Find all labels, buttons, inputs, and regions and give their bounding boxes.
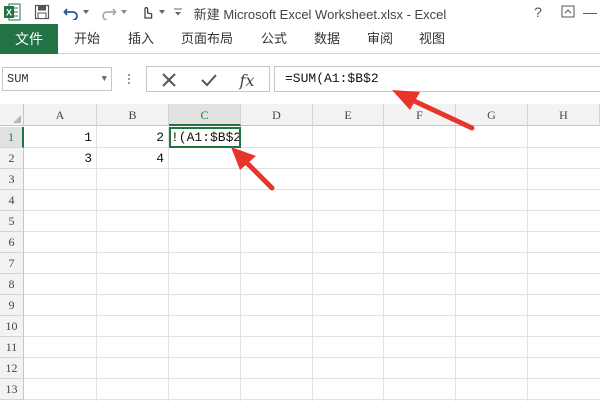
cancel-icon[interactable] bbox=[157, 70, 181, 90]
insert-function-icon[interactable]: fx bbox=[235, 70, 259, 90]
column-header-f[interactable]: F bbox=[384, 104, 456, 126]
row-header-8[interactable]: 8 bbox=[0, 274, 24, 295]
name-box[interactable]: SUM ▼ bbox=[2, 67, 112, 91]
ribbon-display-icon[interactable] bbox=[558, 2, 578, 22]
column-header-g[interactable]: G bbox=[456, 104, 528, 126]
cell-b2[interactable]: 4 bbox=[97, 148, 168, 169]
row-header-11[interactable]: 11 bbox=[0, 337, 24, 358]
column-header-c[interactable]: C bbox=[169, 104, 241, 126]
enter-check-icon[interactable] bbox=[197, 70, 221, 90]
tab-home[interactable]: 开始 bbox=[74, 24, 100, 54]
gridline bbox=[455, 126, 456, 401]
resize-handle[interactable] bbox=[128, 74, 132, 86]
tab-file[interactable]: 文件 bbox=[0, 24, 58, 54]
formula-bar: SUM ▼ fx =SUM(A1:$B$2 bbox=[0, 54, 600, 104]
column-header-e[interactable]: E bbox=[313, 104, 384, 126]
cell-a2[interactable]: 3 bbox=[24, 148, 96, 169]
row-header-1[interactable]: 1 bbox=[0, 127, 24, 148]
column-header-h[interactable]: H bbox=[528, 104, 600, 126]
tab-insert[interactable]: 插入 bbox=[128, 24, 154, 54]
name-box-value: SUM bbox=[7, 72, 29, 86]
row-header-13[interactable]: 13 bbox=[0, 379, 24, 400]
tab-view[interactable]: 视图 bbox=[419, 24, 445, 54]
gridline bbox=[527, 126, 528, 401]
tab-page-layout[interactable]: 页面布局 bbox=[181, 24, 233, 54]
row-header-7[interactable]: 7 bbox=[0, 253, 24, 274]
help-button[interactable]: ? bbox=[528, 2, 548, 22]
minimize-button[interactable]: — bbox=[582, 2, 598, 22]
gridline bbox=[240, 126, 241, 401]
row-header-3[interactable]: 3 bbox=[0, 169, 24, 190]
window-title: 新建 Microsoft Excel Worksheet.xlsx - Exce… bbox=[193, 7, 447, 22]
chevron-down-icon[interactable]: ▼ bbox=[102, 68, 107, 90]
spreadsheet-grid: A B C D E F G H 1 2 3 4 5 6 7 8 9 10 11 … bbox=[0, 104, 600, 401]
select-all-button[interactable] bbox=[0, 104, 24, 126]
row-header-2[interactable]: 2 bbox=[0, 148, 24, 169]
gridline bbox=[383, 126, 384, 401]
title-bar: X 新建 Microsoft Excel Worksheet.xlsx - Ex… bbox=[0, 0, 600, 24]
cell-a1[interactable]: 1 bbox=[24, 127, 96, 148]
formula-input[interactable]: =SUM(A1:$B$2 bbox=[274, 66, 600, 92]
row-header-12[interactable]: 12 bbox=[0, 358, 24, 379]
row-header-5[interactable]: 5 bbox=[0, 211, 24, 232]
column-header-d[interactable]: D bbox=[241, 104, 313, 126]
tab-data[interactable]: 数据 bbox=[314, 24, 340, 54]
row-header-6[interactable]: 6 bbox=[0, 232, 24, 253]
row-header-9[interactable]: 9 bbox=[0, 295, 24, 316]
column-header-b[interactable]: B bbox=[97, 104, 169, 126]
gridline bbox=[168, 126, 169, 401]
tab-review[interactable]: 审阅 bbox=[367, 24, 393, 54]
cell-b1[interactable]: 2 bbox=[97, 127, 168, 148]
active-cell-border bbox=[169, 127, 241, 148]
tab-formulas[interactable]: 公式 bbox=[261, 24, 287, 54]
ribbon-tabs: 文件 开始 插入 页面布局 公式 数据 审阅 视图 bbox=[0, 24, 600, 54]
row-header-4[interactable]: 4 bbox=[0, 190, 24, 211]
column-header-a[interactable]: A bbox=[24, 104, 97, 126]
formula-buttons: fx bbox=[146, 66, 270, 92]
row-header-10[interactable]: 10 bbox=[0, 316, 24, 337]
gridline bbox=[312, 126, 313, 401]
